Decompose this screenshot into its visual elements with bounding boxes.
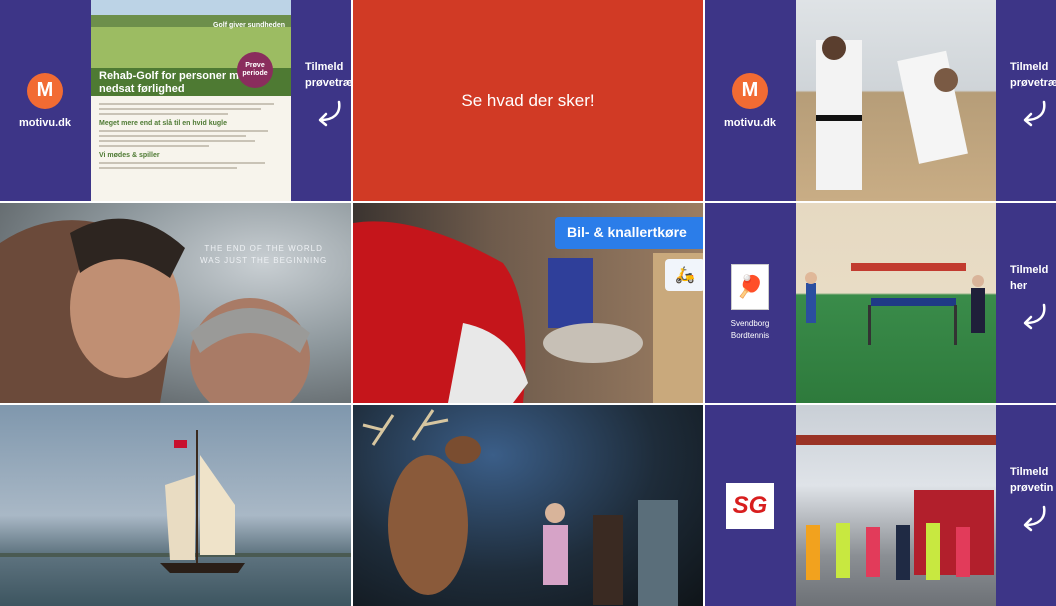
flyer-body: Meget mere end at slå til en hvid kugle … — [99, 100, 283, 172]
club-panel: 🏓 Svendborg Bordtennis — [705, 203, 795, 403]
tagline-line-2: WAS JUST THE BEGINNING — [200, 256, 328, 265]
brand-label: motivu.dk — [724, 116, 776, 129]
cta-line-1: Tilmeld — [1010, 466, 1049, 478]
museum-figures — [362, 409, 678, 606]
brand-label: motivu.dk — [19, 116, 71, 129]
cta-text: Tilmeld prøvetræn — [305, 60, 351, 92]
ship-illustration — [0, 430, 351, 573]
cta-text: Tilmeld her — [1010, 263, 1048, 295]
club-name-line-1: Svendborg — [730, 319, 770, 328]
accident-tag: Bil- & knallertkøre — [555, 217, 703, 249]
sg-logo: SG — [726, 482, 774, 529]
image-grid: M motivu.dk Golf giver sundheden Rehab-G… — [0, 0, 1056, 606]
tile-taekwondo[interactable]: M motivu.dk Tilmeld prøvetræn — [705, 0, 1056, 201]
cta-line-1: Tilmeld — [305, 61, 344, 73]
cta-text: Tilmeld prøvetræn — [1010, 60, 1056, 92]
tile-rehab-golf[interactable]: M motivu.dk Golf giver sundheden Rehab-G… — [0, 0, 351, 201]
tagline-line-1: THE END OF THE WORLD — [204, 244, 323, 253]
club-name: Svendborg Bordtennis — [731, 318, 770, 342]
cta-text: Tilmeld prøvetin — [1010, 465, 1053, 497]
tile-sg-club[interactable]: SG Tilmeld prøvetin — [705, 405, 1056, 606]
table-tennis-logo-icon: 🏓 — [731, 264, 769, 310]
motivu-logo-icon: M — [732, 72, 768, 109]
cta-panel: Tilmeld prøvetin — [996, 405, 1056, 606]
tile-sailing-ship[interactable] — [0, 405, 351, 606]
tile-museum-tour[interactable] — [353, 405, 703, 606]
cta-line-1: Tilmeld — [1010, 61, 1049, 73]
flyer-badge: Prøve periode — [237, 52, 273, 88]
flyer-side-text: Golf giver sundheden — [213, 22, 285, 29]
cta-panel: Tilmeld prøvetræn — [291, 0, 351, 201]
cta-line-2: prøvetræn — [305, 76, 351, 89]
tile-accident-scene[interactable]: Bil- & knallertkøre 🛵 — [353, 203, 703, 403]
taekwondo-photo — [796, 0, 996, 201]
brand-panel: M motivu.dk — [705, 0, 795, 201]
motivu-logo-icon: M — [27, 72, 63, 109]
curved-arrow-icon — [1023, 100, 1046, 127]
cta-line-2: her — [1010, 279, 1028, 292]
table-tennis-photo — [796, 203, 996, 403]
flyer-section-1: Meget mere end at slå til en hvid kugle — [99, 120, 227, 127]
cta-line-1: Tilmeld — [1010, 264, 1049, 276]
sg-group-photo — [796, 405, 996, 606]
flyer-section-2: Vi mødes & spiller — [99, 152, 160, 159]
curved-arrow-icon — [1023, 505, 1046, 532]
movie-tagline: THE END OF THE WORLD WAS JUST THE BEGINN… — [200, 243, 327, 267]
promo-text: Se hvad der sker! — [461, 90, 595, 110]
rehab-golf-flyer: Golf giver sundheden Rehab-Golf for pers… — [91, 0, 291, 201]
tile-table-tennis[interactable]: 🏓 Svendborg Bordtennis Tilmeld her — [705, 203, 1056, 403]
tile-movie-poster[interactable]: THE END OF THE WORLD WAS JUST THE BEGINN… — [0, 203, 351, 403]
curved-arrow-icon — [1023, 303, 1046, 330]
club-name-line-2: Bordtennis — [730, 331, 770, 340]
cta-panel: Tilmeld prøvetræn — [996, 0, 1056, 201]
scooter-icon: 🛵 — [665, 259, 703, 291]
tile-promo[interactable]: Se hvad der sker! — [353, 0, 703, 201]
cta-line-2: prøvetræn — [1010, 76, 1056, 89]
brand-panel: M motivu.dk — [0, 0, 90, 201]
club-panel: SG — [705, 405, 795, 606]
cta-line-2: prøvetin — [1010, 481, 1054, 494]
cta-panel: Tilmeld her — [996, 203, 1056, 403]
movie-figures — [0, 218, 310, 403]
curved-arrow-icon — [318, 100, 341, 127]
